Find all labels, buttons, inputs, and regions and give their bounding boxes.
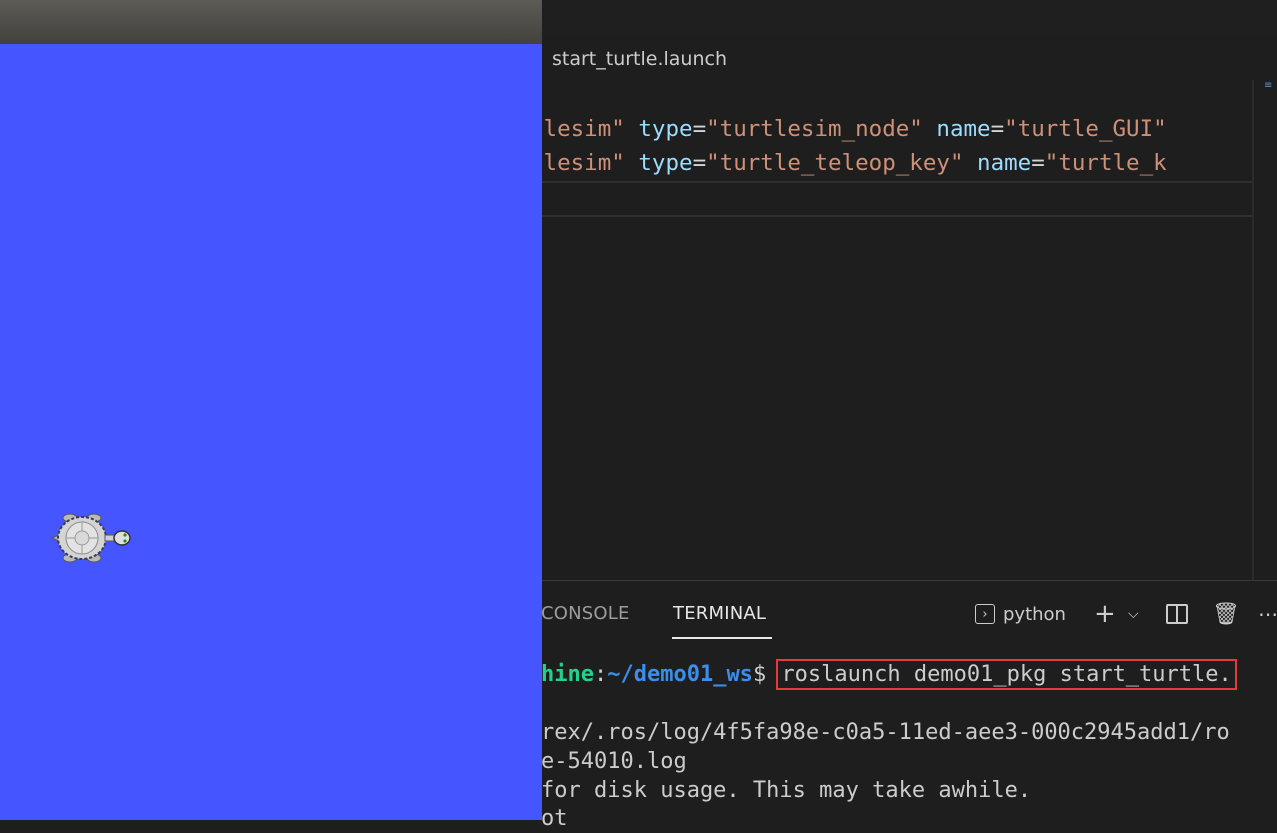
- code-token: "turtle_teleop_key": [706, 150, 964, 176]
- code-token: =: [692, 150, 707, 176]
- turtlesim-titlebar[interactable]: [0, 0, 542, 44]
- prompt-user: hine: [541, 662, 594, 687]
- code-token: type: [638, 116, 693, 142]
- terminal-output[interactable]: hine:~/demo01_ws$ roslaunch demo01_pkg s…: [541, 581, 1277, 831]
- code-token: =: [990, 116, 1005, 142]
- terminal-line: e-54010.log: [541, 749, 687, 774]
- prompt-dollar: $: [752, 662, 780, 687]
- highlighted-command: roslaunch demo01_pkg start_turtle.: [776, 659, 1237, 690]
- code-line-2[interactable]: tlesim" type="turtle_teleop_key" name="t…: [530, 146, 1167, 180]
- turtlesim-window[interactable]: [0, 0, 542, 820]
- prompt-path: ~/demo01_ws: [607, 662, 753, 687]
- minimap-marker: ≡: [1264, 80, 1273, 91]
- terminal-line: for disk usage. This may take awhile.: [541, 778, 1032, 803]
- editor-scrollbar[interactable]: [1252, 80, 1254, 580]
- turtlesim-canvas: [0, 44, 542, 820]
- code-line-1[interactable]: tlesim" type="turtlesim_node" name="turt…: [530, 112, 1167, 146]
- code-token: "turtlesim_node": [706, 116, 923, 142]
- code-token: name: [977, 150, 1032, 176]
- terminal-line: rex/.ros/log/4f5fa98e-c0a5-11ed-aee3-000…: [541, 720, 1230, 745]
- current-line-highlight: [530, 181, 1252, 217]
- code-token: =: [692, 116, 707, 142]
- tab-start-turtle-launch[interactable]: ⟩ start_turtle.launch: [532, 38, 727, 80]
- code-token: tlesim": [530, 116, 625, 142]
- terminal-prompt-line: hine:~/demo01_ws$ roslaunch demo01_pkg s…: [541, 659, 1237, 690]
- turtle-icon: [50, 513, 131, 563]
- code-token: type: [638, 150, 693, 176]
- code-token: "turtle_k: [1044, 150, 1167, 176]
- code-token: tlesim": [530, 150, 625, 176]
- code-token: =: [1031, 150, 1045, 176]
- tab-filename: start_turtle.launch: [552, 48, 728, 70]
- code-token: name: [936, 116, 991, 142]
- code-token: "turtle_GUI": [1004, 116, 1167, 142]
- terminal-line: ot: [541, 806, 568, 831]
- prompt-colon: :: [593, 662, 608, 687]
